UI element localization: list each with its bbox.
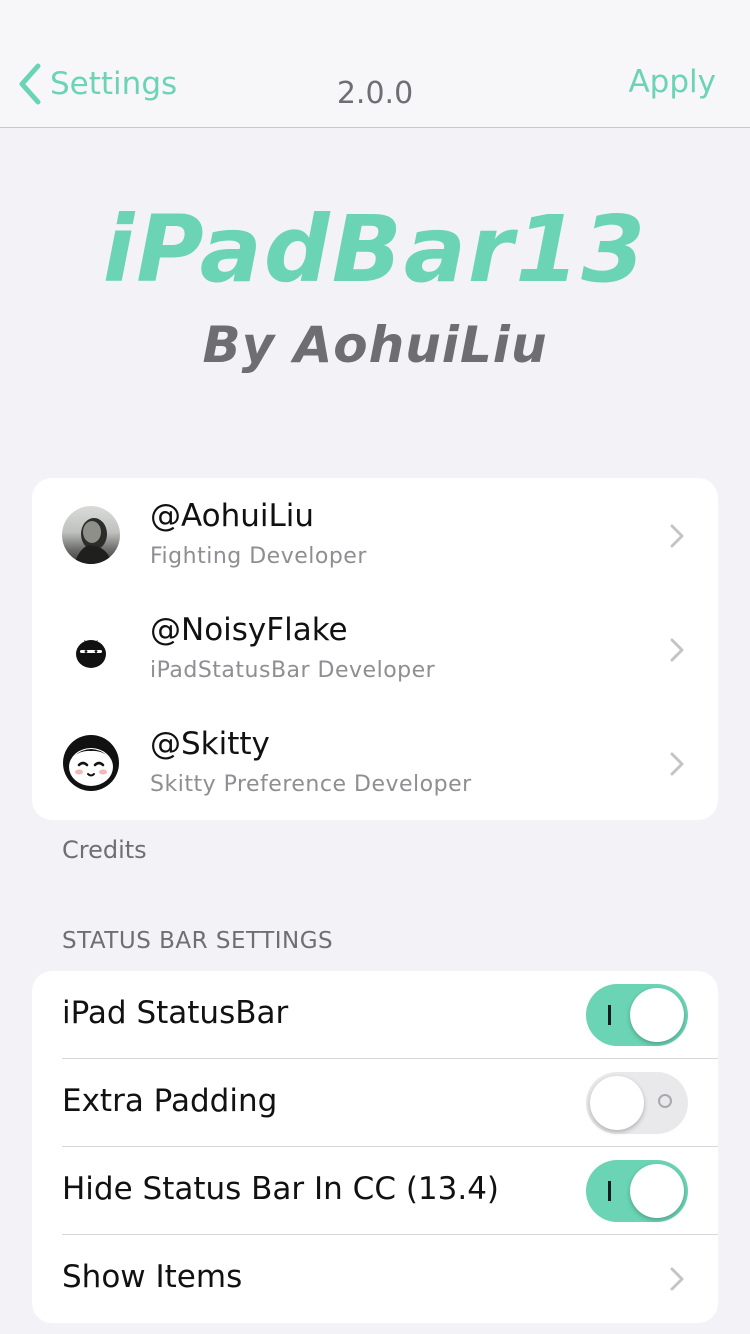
status-bar-settings-card: iPad StatusBar Extra Padding Hide Status… [32, 971, 718, 1323]
toggle-off-mark [658, 1094, 672, 1108]
chevron-right-icon [670, 1267, 684, 1291]
app-author: By AohuiLiu [202, 316, 548, 374]
credit-role: iPadStatusBar Developer [150, 658, 436, 683]
chevron-right-icon [670, 524, 684, 548]
toggle-knob [630, 988, 684, 1042]
hide-status-bar-cc-toggle[interactable] [586, 1160, 688, 1222]
avatar [62, 506, 120, 564]
credits-footer: Credits [62, 836, 147, 864]
credit-name: @NoisyFlake [150, 612, 348, 648]
navigation-bar: Settings 2.0.0 Apply [0, 0, 750, 128]
skitty-face-icon [63, 735, 119, 791]
credits-card: @AohuiLiu Fighting Developer @NoisyFlake… [32, 478, 718, 820]
avatar-photo-icon [74, 518, 112, 564]
credit-row-noisyflake[interactable]: @NoisyFlake iPadStatusBar Developer [32, 592, 718, 706]
setting-label: Hide Status Bar In CC (13.4) [62, 1171, 500, 1207]
app-title: iPadBar13 [102, 196, 648, 303]
toggle-knob [630, 1164, 684, 1218]
status-bar-settings-header: STATUS BAR SETTINGS [62, 928, 334, 954]
avatar [62, 620, 120, 678]
credit-role: Fighting Developer [150, 544, 367, 569]
credit-name: @AohuiLiu [150, 498, 315, 534]
credit-row-aohuiliu[interactable]: @AohuiLiu Fighting Developer [32, 478, 718, 592]
setting-row-show-items[interactable]: Show Items [32, 1235, 718, 1323]
credit-row-skitty[interactable]: @Skitty Skitty Preference Developer [32, 706, 718, 820]
chevron-right-icon [670, 752, 684, 776]
setting-label: Extra Padding [62, 1083, 278, 1119]
setting-row-ipad-statusbar: iPad StatusBar [32, 971, 718, 1059]
toggle-knob [590, 1076, 644, 1130]
chevron-right-icon [670, 638, 684, 662]
ipad-statusbar-toggle[interactable] [586, 984, 688, 1046]
setting-row-hide-status-bar-cc: Hide Status Bar In CC (13.4) [32, 1147, 718, 1235]
extra-padding-toggle[interactable] [586, 1072, 688, 1134]
toggle-on-mark [608, 1181, 611, 1201]
apply-button[interactable]: Apply [628, 64, 716, 100]
tomato-icon [76, 640, 106, 668]
toggle-on-mark [608, 1005, 611, 1025]
setting-row-extra-padding: Extra Padding [32, 1059, 718, 1147]
setting-label: iPad StatusBar [62, 995, 289, 1031]
credit-name: @Skitty [150, 726, 270, 762]
credit-role: Skitty Preference Developer [150, 772, 472, 797]
avatar [62, 734, 120, 792]
setting-label: Show Items [62, 1259, 243, 1295]
